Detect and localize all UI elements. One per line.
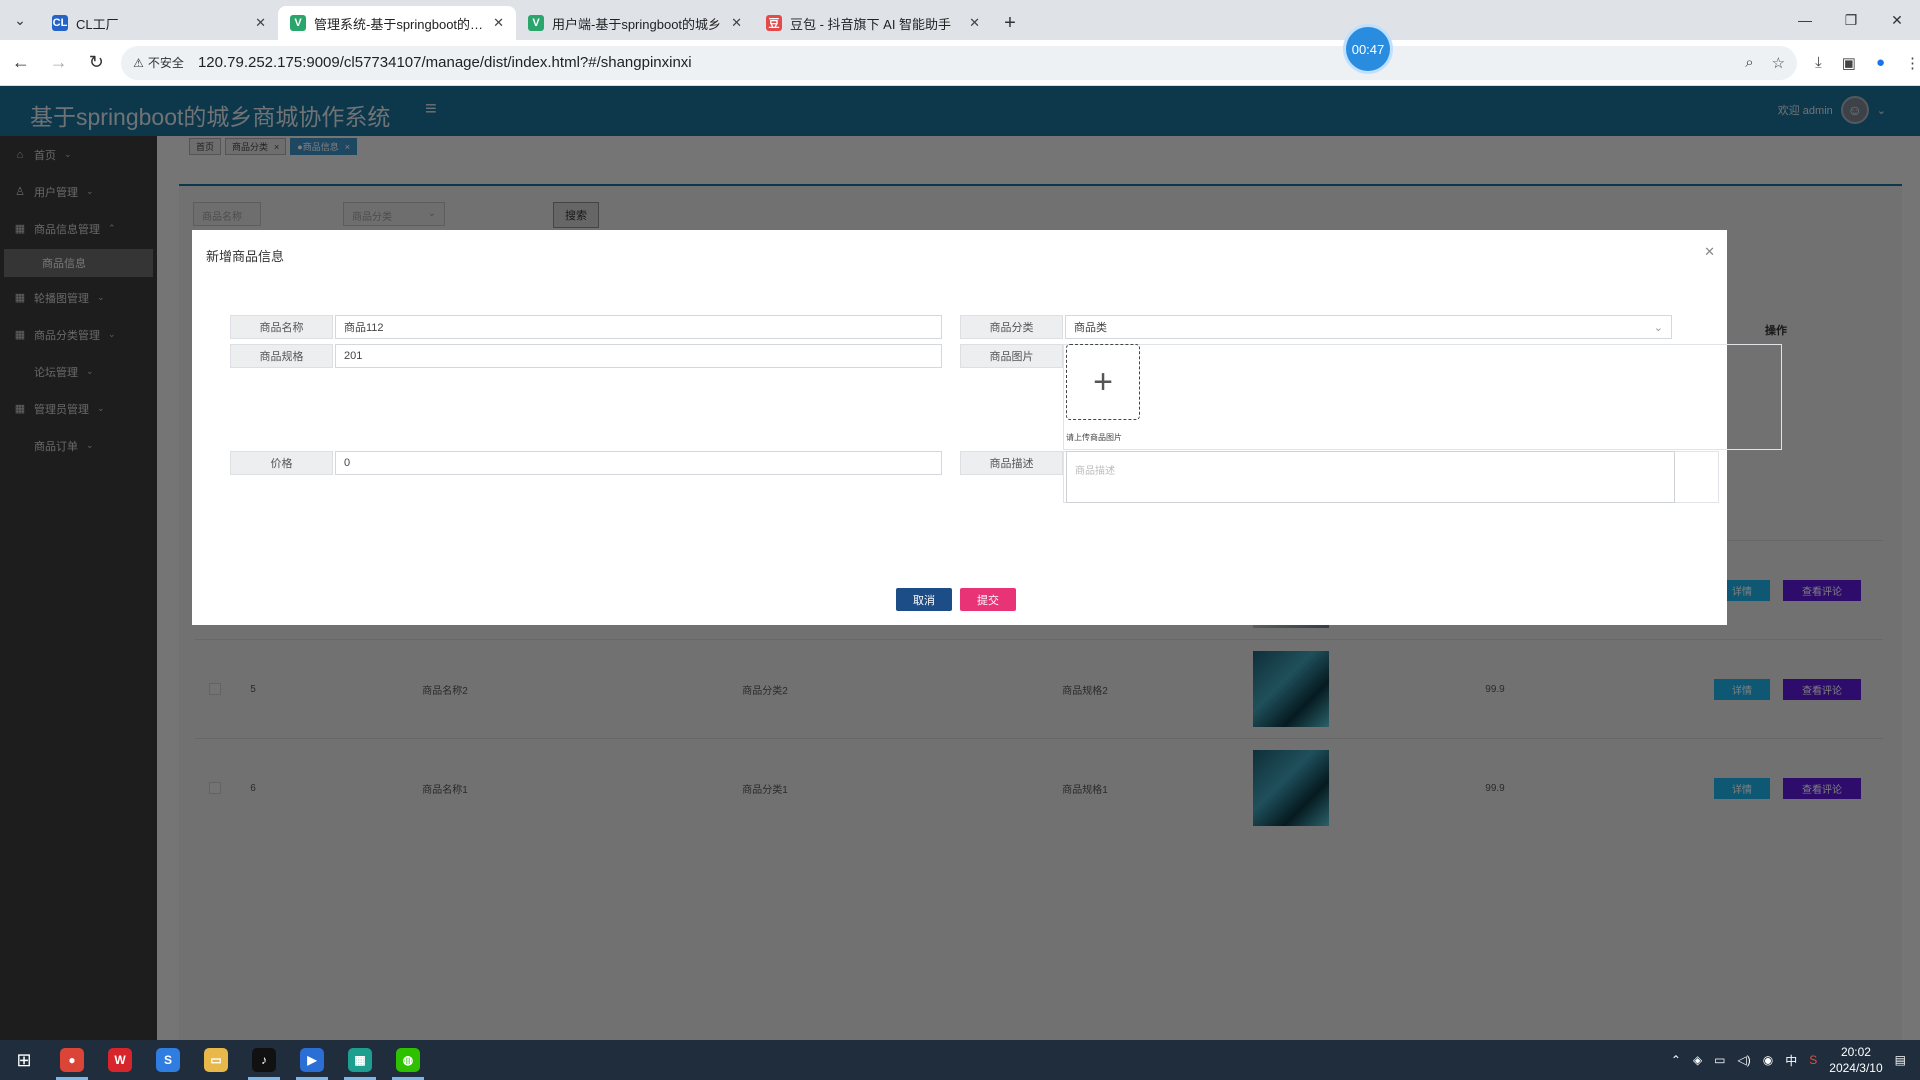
browser-tab[interactable]: V 用户端-基于springboot的城乡 ✕ — [516, 6, 754, 40]
close-window-icon[interactable]: ✕ — [1874, 0, 1920, 40]
reload-icon[interactable]: ↻ — [79, 46, 113, 80]
tab-favicon-icon: CL — [52, 15, 68, 31]
category-value: 商品类 — [1074, 322, 1107, 334]
taskbar-app[interactable]: ▭ — [192, 1040, 240, 1080]
new-tab-button[interactable]: + — [992, 6, 1028, 40]
desc-field: 商品描述 — [960, 451, 1063, 475]
tab-favicon-icon: V — [290, 15, 306, 31]
window-controls: — ❐ ✕ — [1782, 0, 1920, 40]
shield-icon[interactable]: ◈ — [1693, 1053, 1702, 1067]
tab-favicon-icon: 豆 — [766, 15, 782, 31]
folder-icon: ▭ — [204, 1048, 228, 1072]
tab-close-icon[interactable]: ✕ — [493, 15, 504, 31]
store-icon: ▦ — [348, 1048, 372, 1072]
browser-icon: S — [156, 1048, 180, 1072]
tab-title: 管理系统-基于springboot的城乡 — [314, 16, 486, 32]
submit-button[interactable]: 提交 — [960, 588, 1016, 611]
browser-tab[interactable]: CL CL工厂 ✕ — [40, 6, 278, 40]
player-icon: ▶ — [300, 1048, 324, 1072]
tiktok-icon: ♪ — [252, 1048, 276, 1072]
minimize-icon[interactable]: — — [1782, 0, 1828, 40]
tab-title: 豆包 - 抖音旗下 AI 智能助手 — [790, 16, 952, 32]
price-label: 价格 — [230, 451, 333, 475]
download-icon[interactable]: ⤓ — [1815, 54, 1822, 72]
dialog-title: 新增商品信息 — [206, 249, 285, 264]
image-field-box — [1063, 344, 1782, 450]
chrome-icon: ● — [60, 1048, 84, 1072]
category-field: 商品分类 商品类 ⌄ — [960, 315, 1672, 339]
url-input[interactable]: ⚠ 不安全 120.79.252.175:9009/cl57734107/man… — [121, 45, 1798, 80]
image-field: 商品图片 — [960, 344, 1063, 368]
warning-icon: ⚠ — [133, 55, 144, 70]
price-field: 价格 0 — [230, 451, 942, 475]
spec-field: 商品规格 201 — [230, 344, 942, 368]
taskbar-app[interactable]: ● — [48, 1040, 96, 1080]
taskbar-app[interactable]: ♪ — [240, 1040, 288, 1080]
sogou-icon[interactable]: S — [1809, 1053, 1817, 1067]
name-input[interactable]: 商品112 — [335, 315, 942, 339]
tab-title: CL工厂 — [76, 16, 119, 32]
chevron-up-icon[interactable]: ⌃ — [1671, 1053, 1681, 1067]
taskbar-app[interactable]: S — [144, 1040, 192, 1080]
taskbar-app[interactable]: ▦ — [336, 1040, 384, 1080]
address-bar-row: ← → ↻ ⚠ 不安全 120.79.252.175:9009/cl577341… — [0, 40, 1920, 86]
upload-tip: 请上传商品图片 — [1066, 433, 1122, 442]
url-text: 120.79.252.175:9009/cl57734107/manage/di… — [197, 54, 692, 71]
image-upload-button[interactable]: + — [1066, 344, 1140, 420]
restore-icon[interactable]: ❐ — [1828, 0, 1874, 40]
tab-close-icon[interactable]: ✕ — [255, 15, 266, 31]
qq-icon[interactable]: ◉ — [1763, 1053, 1773, 1067]
plus-icon: + — [1093, 362, 1113, 401]
insecure-label: 不安全 — [147, 56, 184, 70]
cancel-button[interactable]: 取消 — [896, 588, 952, 611]
wechat-icon: ◍ — [396, 1048, 420, 1072]
bookmark-star-icon[interactable]: ☆ — [1772, 54, 1785, 72]
name-label: 商品名称 — [230, 315, 333, 339]
chevron-down-icon: ⌄ — [1653, 321, 1663, 334]
desc-textarea[interactable]: 商品描述 — [1066, 451, 1675, 503]
clock-time: 20:02 — [1840, 1045, 1871, 1059]
spec-input[interactable]: 201 — [335, 344, 942, 368]
notifications-icon[interactable]: ▤ — [1895, 1053, 1906, 1067]
forward-icon[interactable]: → — [42, 46, 76, 80]
taskbar-app[interactable]: ◍ — [384, 1040, 432, 1080]
price-input[interactable]: 0 — [335, 451, 942, 475]
category-select[interactable]: 商品类 ⌄ — [1065, 315, 1672, 339]
close-icon[interactable]: ✕ — [1704, 244, 1715, 260]
insecure-badge[interactable]: ⚠ 不安全 — [133, 54, 184, 71]
browser-tab[interactable]: V 管理系统-基于springboot的城乡 ✕ — [278, 6, 516, 40]
name-field: 商品名称 商品112 — [230, 315, 942, 339]
wps-icon: W — [108, 1048, 132, 1072]
network-icon[interactable]: ▭ — [1714, 1053, 1725, 1067]
browser-tab-bar: ⌄ CL CL工厂 ✕ V 管理系统-基于springboot的城乡 ✕ V 用户端-基于sp… — [0, 0, 1920, 40]
sidepanel-icon[interactable]: ▣ — [1842, 54, 1856, 72]
spec-label: 商品规格 — [230, 344, 333, 368]
tab-search-icon[interactable]: ⌄ — [0, 0, 40, 40]
volume-icon[interactable]: ◁) — [1738, 1053, 1751, 1067]
tab-title: 用户端-基于springboot的城乡 — [552, 16, 722, 32]
back-icon[interactable]: ← — [4, 46, 38, 80]
tab-close-icon[interactable]: ✕ — [731, 15, 742, 31]
clock-date: 2024/3/10 — [1829, 1061, 1883, 1075]
taskbar-app[interactable]: W — [96, 1040, 144, 1080]
category-label: 商品分类 — [960, 315, 1063, 339]
recording-timer[interactable]: 00:47 — [1346, 27, 1390, 71]
taskbar: ⊞ ● W S ▭ ♪ ▶ ▦ ◍ ⌃ ◈ ▭ ◁) ◉ 中 S 20:02 2024/3/1… — [0, 1040, 1920, 1080]
taskbar-app[interactable]: ▶ — [288, 1040, 336, 1080]
zoom-icon[interactable]: ⌕ — [1745, 54, 1753, 72]
clock[interactable]: 20:02 2024/3/10 — [1829, 1044, 1882, 1076]
windows-start-icon[interactable]: ⊞ — [0, 1040, 48, 1080]
ime-indicator[interactable]: 中 — [1785, 1052, 1797, 1069]
browser-tab[interactable]: 豆豆包 - 抖音旗下 AI 智能助手 ✕ — [754, 6, 992, 40]
more-menu-icon[interactable]: ⋮ — [1905, 54, 1920, 72]
system-tray: ⌃ ◈ ▭ ◁) ◉ 中 S 20:02 2024/3/10 ▤ — [1671, 1044, 1920, 1076]
image-label: 商品图片 — [960, 344, 1063, 368]
tab-favicon-icon: V — [528, 15, 544, 31]
profile-icon[interactable]: ● — [1876, 54, 1885, 72]
tab-close-icon[interactable]: ✕ — [969, 15, 980, 31]
desc-label: 商品描述 — [960, 451, 1063, 475]
add-product-dialog: 新增商品信息 ✕ 商品名称 商品112 商品规格 201 价格 0 商品分类 商… — [192, 230, 1782, 625]
